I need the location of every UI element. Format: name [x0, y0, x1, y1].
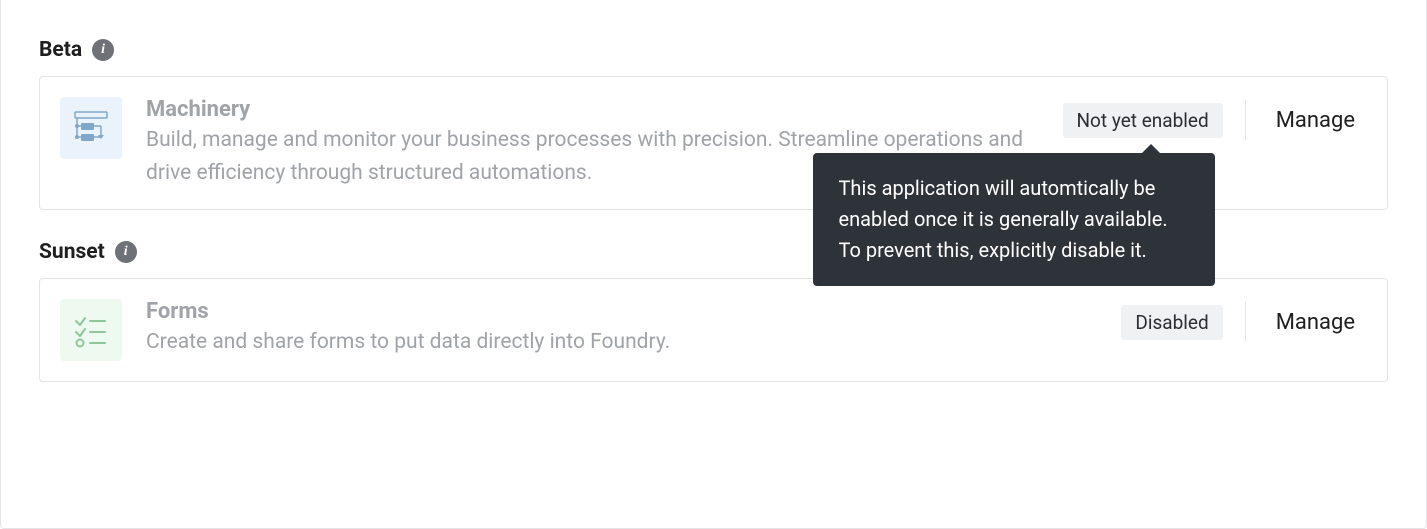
status-badge: Disabled	[1121, 305, 1222, 340]
status-badge: Not yet enabled	[1063, 103, 1223, 138]
manage-button[interactable]: Manage	[1268, 108, 1363, 133]
app-card-forms: Forms Create and share forms to put data…	[39, 278, 1388, 382]
card-actions: Disabled Manage	[1121, 299, 1363, 342]
manage-button[interactable]: Manage	[1268, 310, 1363, 335]
status-tooltip: This application will automtically be en…	[813, 153, 1215, 286]
app-title: Machinery	[146, 97, 1039, 122]
applications-panel: Beta i Machinery Build, manage and monit	[0, 0, 1427, 529]
info-icon[interactable]: i	[115, 241, 137, 263]
app-card-machinery: Machinery Build, manage and monitor your…	[39, 76, 1388, 210]
section-header-beta: Beta i	[39, 38, 1388, 62]
app-title: Forms	[146, 299, 1097, 324]
tooltip-text: This application will automtically be en…	[839, 176, 1168, 262]
card-actions: Not yet enabled Manage This application …	[1063, 97, 1364, 140]
separator	[1245, 100, 1246, 140]
section-title: Sunset	[39, 240, 105, 264]
section-title: Beta	[39, 38, 82, 62]
forms-icon	[60, 299, 122, 361]
app-text: Forms Create and share forms to put data…	[146, 299, 1097, 359]
machinery-icon	[60, 97, 122, 159]
separator	[1245, 302, 1246, 342]
info-icon[interactable]: i	[92, 39, 114, 61]
app-description: Create and share forms to put data direc…	[146, 326, 1097, 359]
